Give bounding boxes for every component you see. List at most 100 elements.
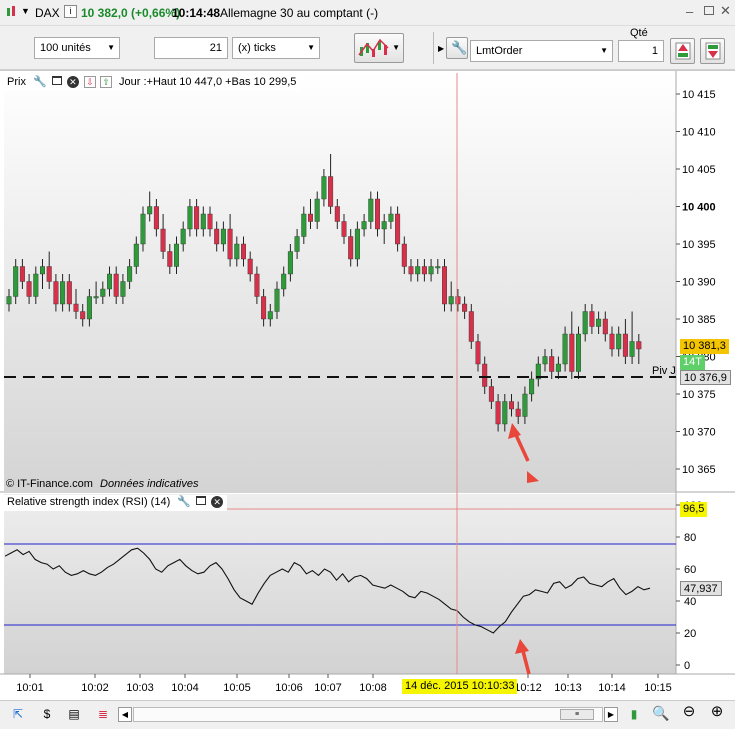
- window-icon[interactable]: [51, 76, 62, 85]
- price-change: 10 382,0 (+0,66%): [81, 6, 181, 20]
- candle-body: [609, 333, 615, 350]
- price-tick-label: 10 405: [682, 164, 716, 176]
- table-icon[interactable]: ▤: [66, 706, 82, 722]
- instrument-dropdown-icon[interactable]: ▼: [21, 6, 30, 16]
- candle-body: [106, 273, 112, 290]
- candle-body: [281, 273, 287, 290]
- candle-body: [167, 251, 173, 267]
- candle-body: [40, 266, 46, 275]
- scroll-right-button[interactable]: ▶: [604, 707, 618, 722]
- qty-input[interactable]: 1: [618, 40, 664, 62]
- chevron-down-icon: ▼: [392, 43, 400, 52]
- time-tick-label: 10:05: [223, 682, 251, 694]
- clock: 10:14:48: [172, 6, 221, 20]
- candle-body: [294, 236, 300, 252]
- zoom-out-icon[interactable]: ⊖: [681, 704, 697, 720]
- candle-body: [173, 243, 179, 267]
- candle-body: [488, 386, 494, 402]
- chevron-down-icon: ▼: [600, 46, 608, 55]
- candle-body: [602, 318, 608, 335]
- rsi-tick-label: 20: [684, 628, 696, 640]
- zoom-fit-icon[interactable]: 🔍: [652, 705, 669, 721]
- candle-body: [140, 213, 146, 245]
- candle-body: [462, 303, 468, 312]
- instrument-description: Allemagne 30 au comptant (-): [220, 6, 379, 20]
- close-icon[interactable]: ✕: [720, 3, 731, 19]
- wrench-icon[interactable]: 🔧: [33, 76, 47, 88]
- rsi-cursor-value-chip: 96,5: [680, 502, 708, 517]
- rsi-panel-title: Relative strength index (RSI) (14): [7, 496, 171, 508]
- sell-icon: [705, 42, 721, 60]
- candle-body: [53, 281, 59, 305]
- scroll-left-button[interactable]: ◀: [118, 707, 132, 722]
- chart-canvas[interactable]: 10 415 10 410 10 405 10 400 10 395 10 390 10 3…: [0, 71, 735, 701]
- qty-label: Qté: [630, 27, 648, 39]
- candle-body: [147, 206, 153, 215]
- instrument-name[interactable]: DAX: [35, 6, 60, 20]
- export-icon[interactable]: ⇱: [10, 706, 26, 722]
- collapse-icon[interactable]: ▶: [438, 44, 444, 53]
- minimize-icon[interactable]: –: [686, 4, 693, 19]
- time-tick-label: 10:15: [644, 682, 672, 694]
- ticks-input[interactable]: 21: [154, 37, 228, 59]
- candle-body: [267, 311, 273, 320]
- candle-body: [395, 213, 401, 245]
- candle-body: [354, 228, 360, 260]
- chevron-down-icon: ▼: [107, 43, 115, 52]
- candle-body: [636, 341, 642, 350]
- candle-body: [120, 281, 126, 297]
- candle-body: [348, 236, 354, 260]
- candle-body: [261, 296, 267, 320]
- price-axis-ticks: 10 415 10 410 10 405 10 400 10 395 10 390 10 3…: [676, 89, 716, 476]
- candle-body: [73, 303, 79, 312]
- chevron-down-icon: ▼: [307, 43, 315, 52]
- candle-chart-icon[interactable]: ▮: [626, 706, 642, 722]
- horizontal-scrollbar[interactable]: [133, 707, 603, 722]
- zoom-in-icon[interactable]: ⊕: [709, 704, 725, 720]
- candle-body: [93, 296, 99, 299]
- price-panel-title: Prix: [7, 76, 26, 88]
- ticks-unit-select[interactable]: (x) ticks ▼: [232, 37, 320, 59]
- scrollbar-thumb[interactable]: ≡: [560, 709, 594, 720]
- rsi-tick-label: 80: [684, 532, 696, 544]
- price-tick-label: 10 385: [682, 314, 716, 326]
- order-type-select[interactable]: LmtOrder ▼: [470, 40, 613, 62]
- units-select[interactable]: 100 unités ▼: [34, 37, 120, 59]
- candle-body: [6, 296, 12, 305]
- layers-icon[interactable]: ≣: [95, 706, 111, 722]
- watermark-note: Données indicatives: [100, 478, 199, 490]
- candle-body: [180, 228, 186, 245]
- candle-body: [200, 213, 206, 230]
- move-down-icon[interactable]: ⇩: [83, 76, 96, 88]
- close-circle-icon[interactable]: ✕: [66, 76, 79, 88]
- time-tick-label: 10:06: [275, 682, 303, 694]
- strategy-button[interactable]: ▼: [354, 33, 404, 63]
- currency-icon[interactable]: $: [39, 706, 55, 722]
- candle-body: [214, 228, 220, 245]
- strategy-chart-icon: [358, 38, 389, 57]
- candle-body: [375, 198, 381, 230]
- price-tick-label: 10 410: [682, 127, 716, 139]
- order-settings-button[interactable]: 🔧: [446, 37, 468, 59]
- timer-badge: 14T: [680, 355, 705, 370]
- time-tick-label: 10:03: [126, 682, 154, 694]
- price-tick-label: 10 370: [682, 427, 716, 439]
- wrench-icon[interactable]: 🔧: [177, 496, 191, 508]
- info-icon[interactable]: i: [64, 5, 77, 18]
- instrument-icon: [6, 5, 18, 19]
- close-circle-icon[interactable]: ✕: [211, 496, 224, 508]
- candle-body: [86, 296, 92, 320]
- candle-body: [321, 176, 327, 200]
- sell-button[interactable]: [700, 38, 725, 64]
- rsi-tick-label: 0: [684, 660, 690, 672]
- maximize-icon[interactable]: [704, 6, 714, 15]
- buy-button[interactable]: [670, 38, 695, 64]
- candle-body: [46, 266, 52, 282]
- window-icon[interactable]: [196, 496, 207, 505]
- candle-body: [569, 333, 575, 372]
- rsi-plot-background: [4, 494, 676, 674]
- candle-body: [328, 176, 334, 207]
- price-tick-label: 10 395: [682, 239, 716, 251]
- move-up-icon[interactable]: ⇧: [99, 76, 112, 88]
- candle-body: [529, 378, 535, 395]
